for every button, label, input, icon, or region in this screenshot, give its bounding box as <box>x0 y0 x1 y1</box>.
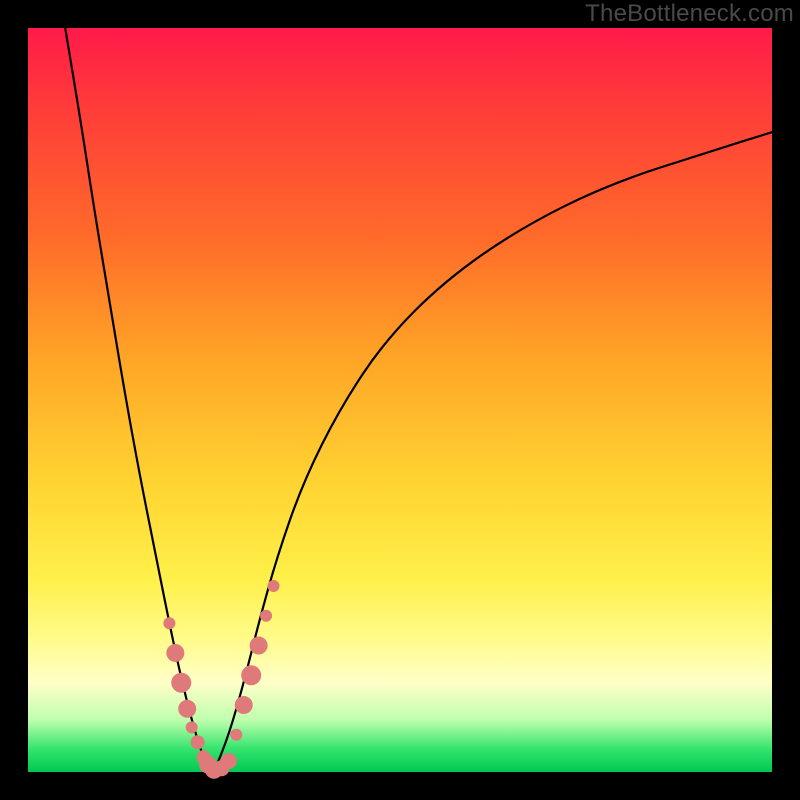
chart-frame: TheBottleneck.com <box>0 0 800 800</box>
left-curve-path <box>65 28 214 772</box>
data-marker <box>241 665 261 685</box>
data-marker <box>235 696 253 714</box>
data-marker <box>171 673 191 693</box>
data-marker <box>250 637 268 655</box>
data-marker <box>163 617 175 629</box>
data-marker <box>221 753 237 769</box>
data-marker <box>230 729 242 741</box>
curves-svg <box>28 28 772 772</box>
data-marker <box>191 735 205 749</box>
right-curve-path <box>214 132 772 772</box>
watermark-text: TheBottleneck.com <box>585 0 794 28</box>
plot-area <box>28 28 772 772</box>
data-marker <box>260 610 272 622</box>
data-marker <box>268 580 280 592</box>
data-marker <box>186 721 198 733</box>
data-marker <box>166 644 184 662</box>
data-marker <box>178 700 196 718</box>
